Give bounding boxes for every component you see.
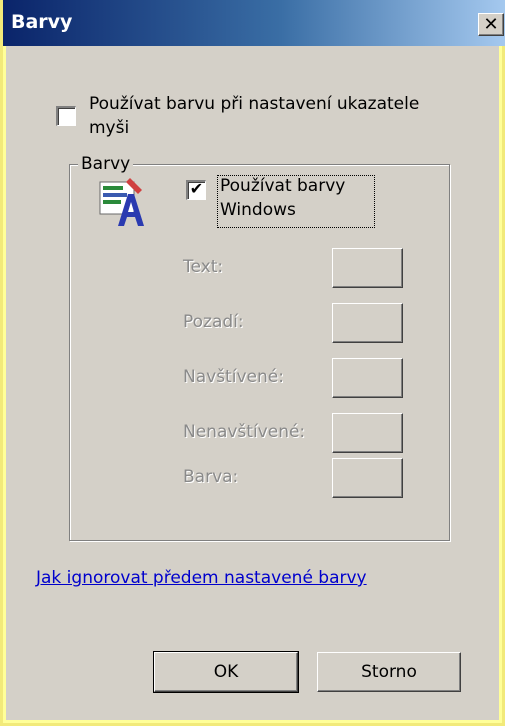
ignore-colors-help-link[interactable]: Jak ignorovat předem nastavené barvy — [36, 568, 367, 588]
use-windows-colors-label-line1[interactable]: Používat barvy — [220, 176, 345, 196]
use-windows-colors-label-line2[interactable]: Windows — [220, 200, 296, 220]
hover-color-label: Barva: — [183, 467, 239, 487]
colors-group-legend: Barvy — [78, 154, 134, 174]
unvisited-color-button[interactable] — [332, 413, 403, 453]
ok-button[interactable]: OK — [153, 651, 299, 693]
colors-app-icon — [99, 178, 144, 226]
close-icon: ✕ — [483, 14, 499, 35]
use-pointer-color-label-line1[interactable]: Používat barvu při nastavení ukazatele — [89, 94, 419, 114]
hover-color-button[interactable] — [332, 458, 403, 498]
unvisited-color-label: Nenavštívené: — [183, 422, 306, 442]
dialog-window: Barvy ✕ Používat barvu při nastavení uka… — [0, 0, 505, 726]
text-color-button[interactable] — [332, 248, 403, 288]
checkmark-icon: ✔ — [189, 181, 204, 198]
text-color-label: Text: — [183, 257, 224, 277]
use-windows-colors-checkbox[interactable]: ✔ — [186, 180, 206, 200]
use-pointer-color-checkbox[interactable] — [56, 106, 76, 126]
cancel-button[interactable]: Storno — [317, 652, 461, 692]
visited-color-button[interactable] — [332, 358, 403, 398]
background-color-button[interactable] — [332, 303, 403, 343]
title-bar[interactable]: Barvy ✕ — [3, 0, 505, 46]
visited-color-label: Navštívené: — [183, 367, 284, 387]
use-pointer-color-label-line2[interactable]: myši — [89, 118, 129, 138]
dialog-body: Používat barvu při nastavení ukazatele m… — [6, 46, 499, 720]
close-button[interactable]: ✕ — [478, 13, 504, 36]
window-title: Barvy — [11, 11, 73, 33]
background-color-label: Pozadí: — [183, 312, 244, 332]
